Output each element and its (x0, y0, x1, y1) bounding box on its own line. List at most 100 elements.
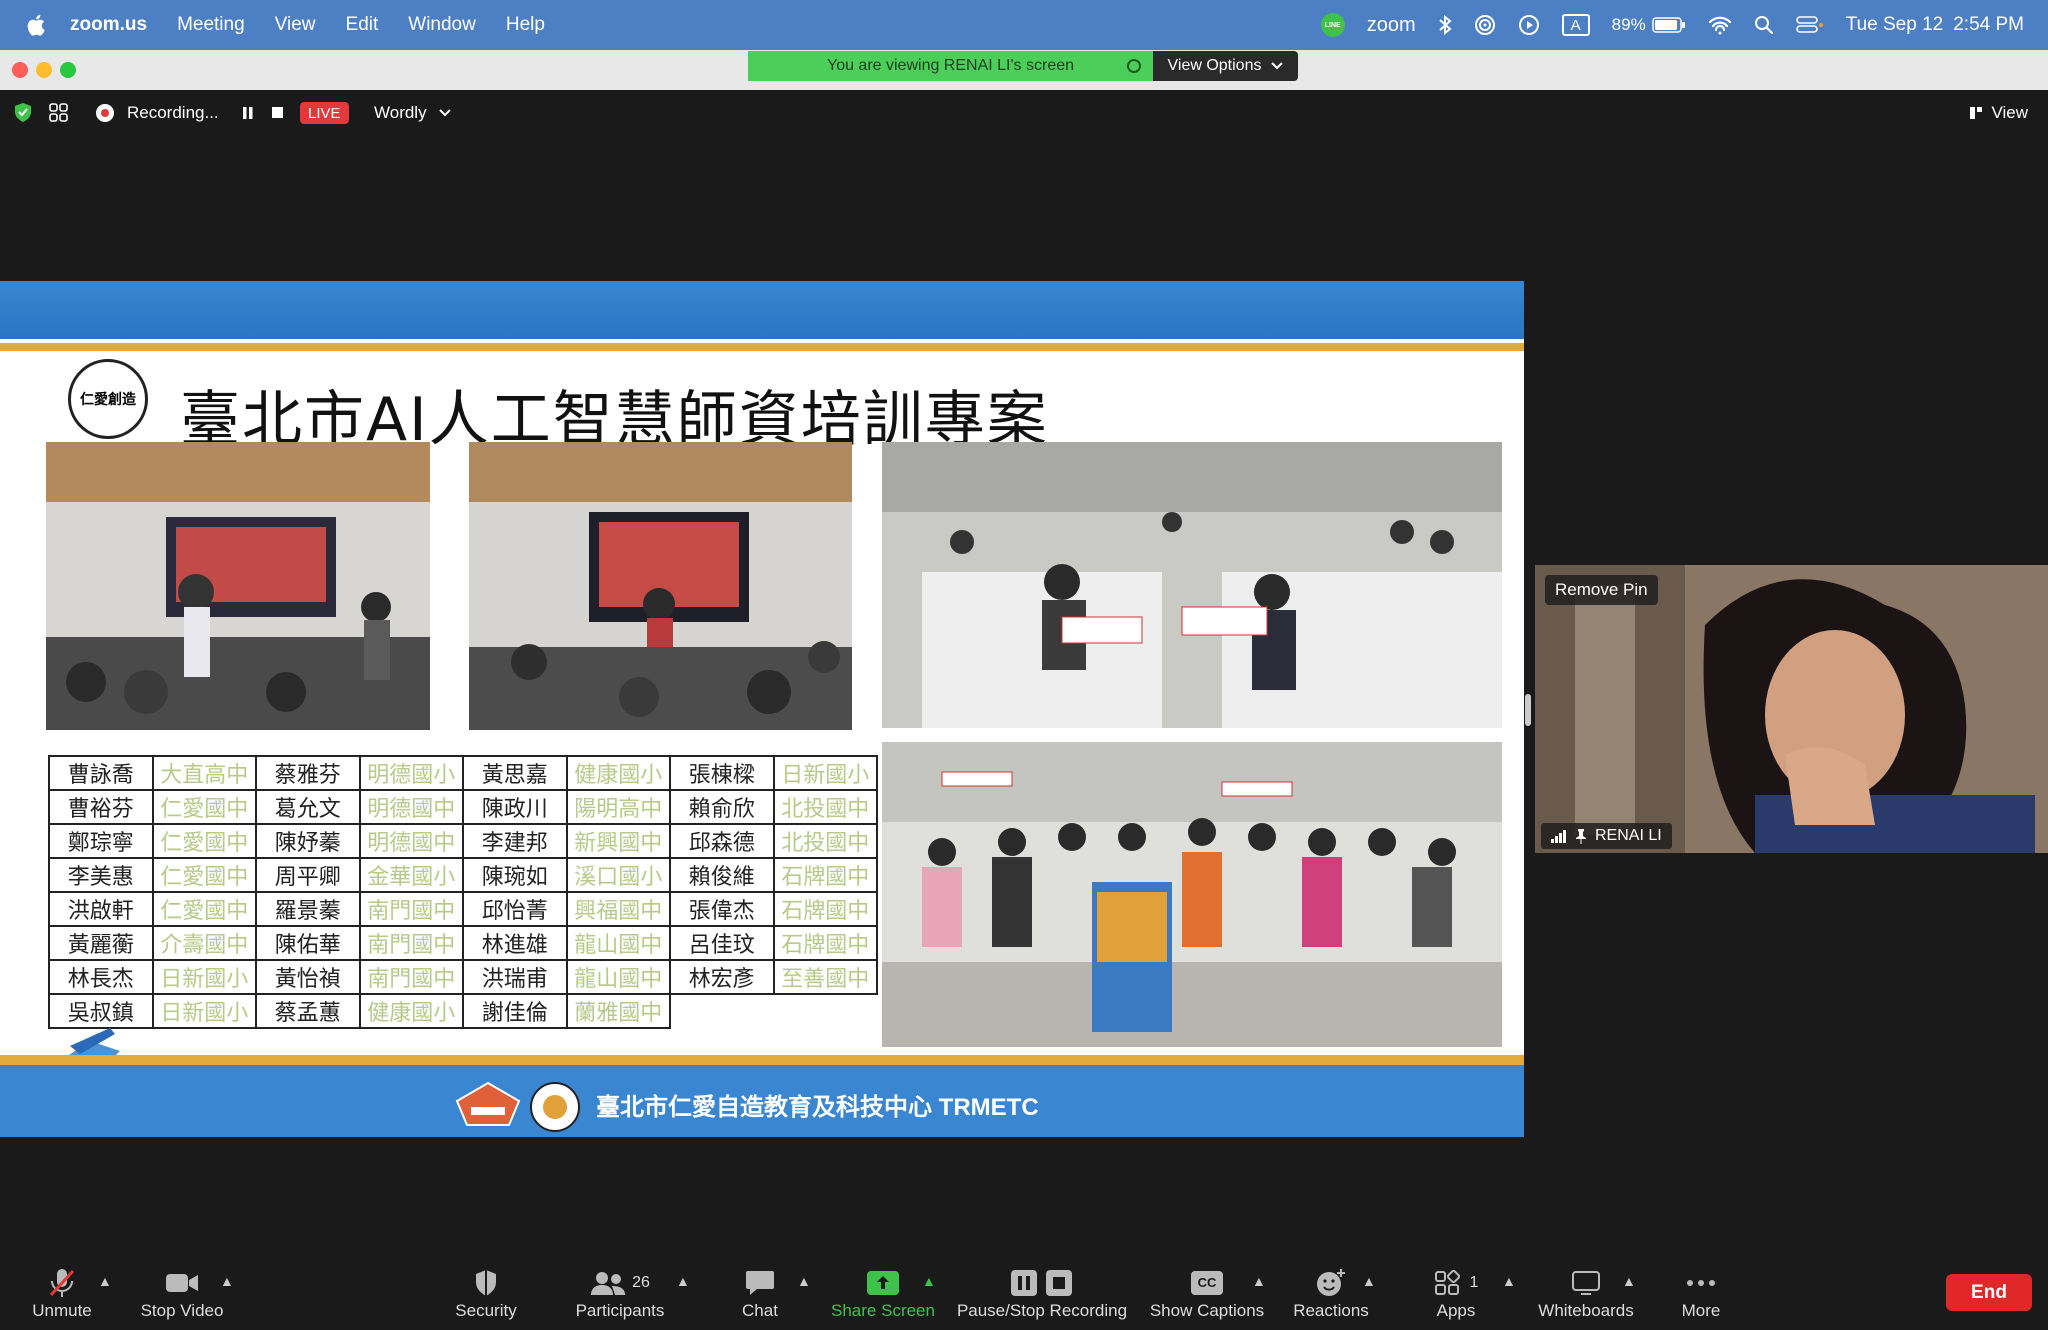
unmute-button[interactable]: Unmute (24, 1255, 100, 1330)
resize-handle[interactable] (1525, 694, 1531, 726)
roster-trainee-name: 黃麗蘅 (48, 925, 154, 961)
battery-icon[interactable] (1651, 16, 1686, 34)
recording-status: Recording... (127, 103, 219, 122)
security-button[interactable]: Security (450, 1255, 522, 1330)
share-screen-button[interactable]: Share Screen (828, 1255, 938, 1330)
pause-stop-recording-button[interactable]: Pause/Stop Recording (956, 1255, 1128, 1330)
window-close-button[interactable] (12, 62, 28, 78)
audio-options-chevron[interactable]: ▲ (98, 1273, 112, 1289)
roster-row: 黃麗蘅 介壽國中 陳佑華 南門國中 林進雄 龍山國中 呂佳玟 石牌國中 (48, 925, 878, 961)
window-zoom-button[interactable] (60, 62, 76, 78)
apps-grid-icon (1434, 1269, 1460, 1295)
reactions-options-chevron[interactable]: ▲ (1362, 1273, 1376, 1289)
whiteboards-options-chevron[interactable]: ▲ (1622, 1273, 1636, 1289)
live-badge[interactable]: LIVE (300, 102, 349, 124)
roster-trainee-name: 林進雄 (462, 925, 568, 961)
line-app-icon[interactable]: LINE (1320, 13, 1345, 37)
remove-pin-button[interactable]: Remove Pin (1545, 575, 1658, 605)
pause-recording-icon[interactable] (242, 90, 254, 136)
apple-icon[interactable] (24, 12, 50, 38)
zoom-status-logo[interactable]: zoom (1367, 14, 1416, 37)
roster-trainee-name: 賴俞欣 (669, 789, 775, 825)
participants-options-chevron[interactable]: ▲ (676, 1273, 690, 1289)
roster-school-name: 南門國中 (358, 891, 464, 927)
bluetooth-icon[interactable] (1438, 14, 1452, 36)
spotlight-search-icon[interactable] (1754, 15, 1774, 35)
menu-window[interactable]: Window (408, 14, 476, 36)
video-camera-icon (166, 1273, 198, 1292)
menubar-date[interactable]: Tue Sep 12 (1846, 14, 1944, 36)
menu-meeting[interactable]: Meeting (177, 14, 245, 36)
shared-screen-slide[interactable]: 仁愛創造 臺北市AI人工智慧師資培訓專案 曹詠喬 大直高中 蔡雅芬 明德國小 黃思嘉 健康… (0, 281, 1524, 1137)
reactions-button[interactable]: Reactions (1288, 1255, 1374, 1330)
menu-app-name[interactable]: zoom.us (70, 14, 147, 36)
participant-nametag: RENAI LI (1541, 823, 1672, 849)
share-options-chevron[interactable]: ▲ (922, 1273, 936, 1289)
stop-video-button[interactable]: Stop Video (134, 1255, 230, 1330)
screen-share-banner: You are viewing RENAI LI's screen View O… (748, 51, 1298, 81)
roster-school-name: 金華國小 (358, 857, 464, 893)
menubar-time[interactable]: 2:54 PM (1953, 14, 2024, 36)
participant-video-tile[interactable]: Remove Pin RENAI LI (1535, 565, 2048, 853)
menu-edit[interactable]: Edit (346, 14, 379, 36)
view-layout-icon (1970, 107, 1983, 119)
whiteboards-button[interactable]: Whiteboards (1530, 1255, 1642, 1330)
photo-group-with-poster (882, 742, 1502, 1047)
roster-school-name: 健康國小 (358, 993, 464, 1029)
view-options-label: View Options (1167, 57, 1262, 74)
view-button[interactable]: View (1969, 90, 2028, 136)
trmetc-logo: 仁愛創造 (68, 359, 148, 439)
wifi-icon[interactable] (1708, 15, 1732, 35)
roster-trainee-name: 陳妤蓁 (255, 823, 361, 859)
window-minimize-button[interactable] (36, 62, 52, 78)
macos-menu-bar: zoom.us Meeting View Edit Window Help LI… (0, 0, 2048, 50)
menu-help[interactable]: Help (506, 14, 545, 36)
photo-workshop-speaker-2 (469, 442, 852, 730)
show-captions-button[interactable]: CC Show Captions (1146, 1255, 1268, 1330)
apps-options-chevron[interactable]: ▲ (1502, 1273, 1516, 1289)
chevron-down-icon (1271, 62, 1284, 70)
chat-options-chevron[interactable]: ▲ (797, 1273, 811, 1289)
captions-cc-icon: CC (1191, 1270, 1223, 1295)
smiley-reaction-icon (1317, 1268, 1345, 1296)
roster-school-name: 新興國中 (565, 823, 671, 859)
roster-row: 鄭琮寧 仁愛國中 陳妤蓁 明德國中 李建邦 新興國中 邱森德 北投國中 (48, 823, 878, 859)
control-center-icon[interactable] (1795, 15, 1824, 35)
security-shield-icon (476, 1269, 496, 1296)
roster-trainee-name: 葛允文 (255, 789, 361, 825)
more-button[interactable]: More (1666, 1255, 1736, 1330)
chat-button[interactable]: Chat (724, 1255, 796, 1330)
play-icon[interactable] (1518, 14, 1540, 36)
pin-icon (1576, 829, 1586, 844)
apps-button[interactable]: 1 Apps (1420, 1255, 1492, 1330)
chat-label: Chat (742, 1300, 778, 1320)
muted-microphone-icon (49, 1268, 75, 1297)
roster-trainee-name: 謝佳倫 (462, 993, 568, 1029)
captions-options-chevron[interactable]: ▲ (1252, 1273, 1266, 1289)
menu-view[interactable]: View (275, 14, 316, 36)
pause-stop-recording-label: Pause/Stop Recording (956, 1300, 1128, 1320)
roster-trainee-name: 黃思嘉 (462, 755, 568, 791)
end-meeting-button[interactable]: End (1946, 1274, 2032, 1311)
more-dots-icon (1687, 1279, 1715, 1286)
roster-school-name: 日新國小 (772, 755, 878, 791)
roster-trainee-name: 張偉杰 (669, 891, 775, 927)
roster-trainee-name: 吳叔鎮 (48, 993, 154, 1029)
participants-button[interactable]: 26 Participants (572, 1255, 668, 1330)
view-options-button[interactable]: View Options (1153, 51, 1298, 81)
encryption-shield-icon[interactable] (12, 90, 34, 136)
wordly-dropdown[interactable]: Wordly (374, 90, 451, 136)
roster-trainee-name: 陳琬如 (462, 857, 568, 893)
slide-top-band (0, 281, 1524, 339)
participant-name: RENAI LI (1595, 827, 1662, 844)
meeting-top-bar: Recording... LIVE Wordly View (0, 90, 2048, 136)
input-source-icon[interactable]: A (1561, 14, 1590, 36)
roster-school-name: 日新國小 (151, 959, 257, 995)
airdrop-icon[interactable] (1474, 14, 1496, 36)
viewing-screen-notice: You are viewing RENAI LI's screen (748, 51, 1153, 81)
stop-recording-icon[interactable] (272, 90, 284, 136)
roster-school-name: 仁愛國中 (151, 823, 257, 859)
gallery-grid-icon[interactable] (48, 90, 70, 136)
video-options-chevron[interactable]: ▲ (220, 1273, 234, 1289)
roster-row: 曹裕芬 仁愛國中 葛允文 明德國中 陳政川 陽明高中 賴俞欣 北投國中 (48, 789, 878, 825)
